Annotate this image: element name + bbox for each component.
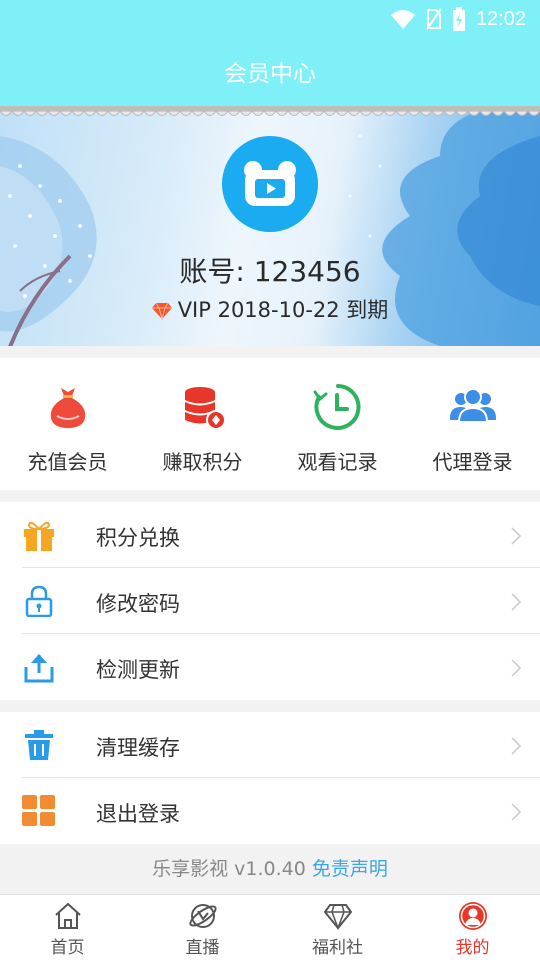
tab-mine[interactable]: 我的	[405, 895, 540, 960]
tab-home[interactable]: 首页	[0, 895, 135, 960]
vip-expiry-text: VIP 2018-10-22 到期	[177, 298, 389, 322]
user-icon	[458, 902, 487, 930]
diamond-icon	[323, 904, 352, 931]
chevron-right-icon	[511, 659, 522, 677]
action-label: 充值会员	[27, 450, 108, 474]
tab-label: 福利社	[312, 938, 363, 958]
action-earn-points[interactable]: 赚取积分	[135, 358, 270, 490]
settings-list-2: 清理缓存 退出登录	[0, 712, 540, 844]
battery-icon	[452, 7, 465, 31]
upload-icon	[24, 654, 54, 683]
status-bar: 12:02	[0, 0, 540, 36]
lace-fringe	[0, 106, 540, 116]
version-text: 乐享影视 v1.0.40	[152, 858, 306, 880]
tab-label: 首页	[50, 938, 85, 958]
menu-check-update[interactable]: 检测更新	[0, 634, 540, 700]
menu-label: 检测更新	[96, 658, 180, 682]
avatar[interactable]	[222, 136, 318, 232]
action-label: 代理登录	[432, 450, 513, 474]
app-footer: 乐享影视 v1.0.40 免责声明	[0, 844, 540, 894]
menu-label: 退出登录	[96, 802, 180, 826]
chevron-right-icon	[511, 593, 522, 611]
trash-icon	[25, 730, 53, 760]
action-watch-history[interactable]: 观看记录	[270, 358, 405, 490]
settings-list-1: 积分兑换 修改密码 检测更新	[0, 502, 540, 700]
bottom-tab-bar: 首页 直播 福利社 我的	[0, 894, 540, 960]
status-icons: 12:02	[390, 6, 526, 32]
action-label: 观看记录	[297, 450, 378, 474]
chevron-right-icon	[511, 737, 522, 755]
menu-change-password[interactable]: 修改密码	[0, 568, 540, 634]
action-agent-login[interactable]: 代理登录	[405, 358, 540, 490]
chevron-right-icon	[511, 803, 522, 821]
menu-label: 修改密码	[96, 592, 180, 616]
no-sim-icon	[426, 8, 442, 30]
menu-label: 清理缓存	[96, 736, 180, 760]
quick-actions: 充值会员 赚取积分 观看记录 代理登录	[0, 358, 540, 490]
gift-icon	[24, 521, 54, 551]
action-label: 赚取积分	[162, 450, 243, 474]
page-title: 会员中心	[224, 61, 316, 87]
menu-label: 积分兑换	[96, 526, 180, 550]
action-recharge-vip[interactable]: 充值会员	[0, 358, 135, 490]
group-users-icon	[449, 388, 496, 423]
menu-logout[interactable]: 退出登录	[0, 778, 540, 844]
vip-gem-icon	[151, 302, 172, 320]
clock-icon	[313, 384, 360, 430]
planet-icon	[188, 904, 217, 928]
menu-points-exchange[interactable]: 积分兑换	[0, 502, 540, 568]
tab-live[interactable]: 直播	[135, 895, 270, 960]
app-bar: 会员中心	[0, 36, 540, 108]
money-bag-icon	[50, 388, 85, 428]
tab-welfare[interactable]: 福利社	[270, 895, 405, 960]
home-icon	[54, 902, 81, 929]
status-time: 12:02	[475, 7, 526, 30]
tab-label: 直播	[185, 938, 220, 958]
tv-bear-icon	[244, 161, 296, 206]
disclaimer-link[interactable]: 免责声明	[312, 858, 388, 880]
account-number: 账号: 123456	[179, 255, 361, 288]
wifi-icon	[390, 10, 415, 29]
menu-clear-cache[interactable]: 清理缓存	[0, 712, 540, 778]
lock-icon	[25, 585, 53, 617]
tab-label: 我的	[455, 938, 490, 958]
grid-icon	[22, 795, 55, 826]
chevron-right-icon	[511, 527, 522, 545]
vip-expiry: VIP 2018-10-22 到期	[0, 294, 540, 324]
coin-stack-icon	[184, 387, 226, 430]
